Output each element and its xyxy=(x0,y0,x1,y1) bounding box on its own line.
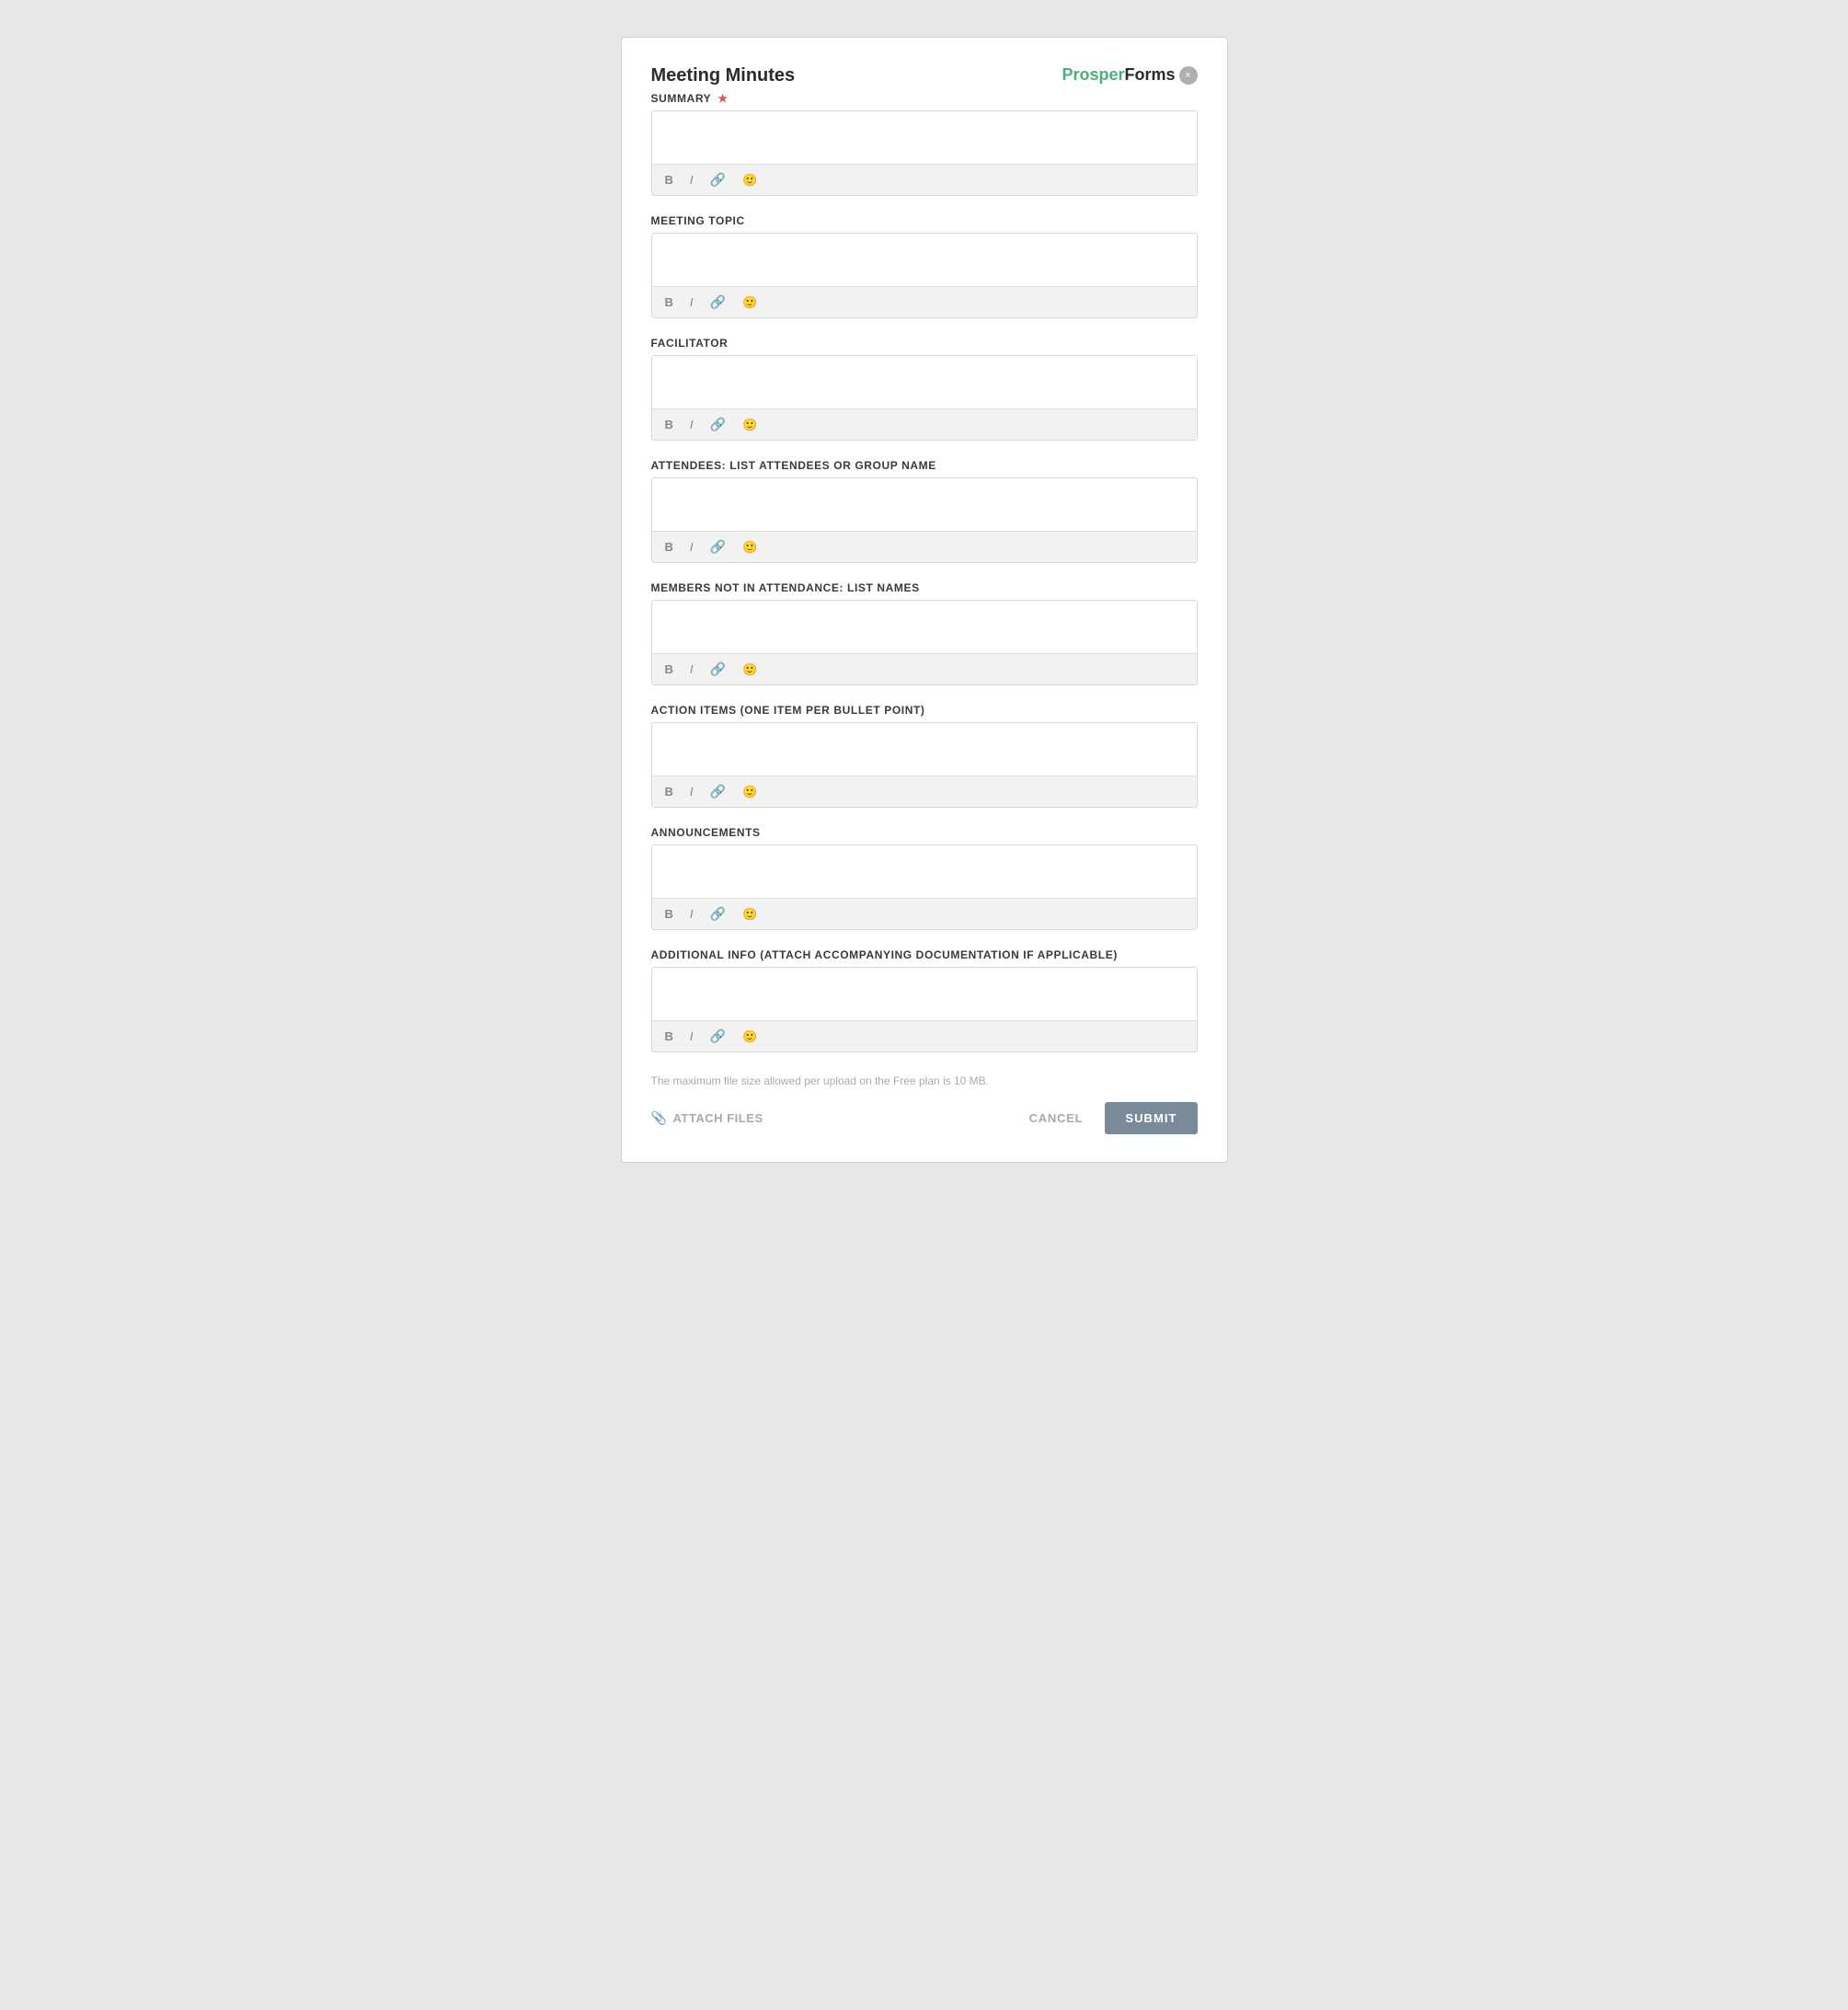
label-facilitator: FACILITATOR xyxy=(651,337,1198,350)
rich-text-field-meeting_topic: BI 🔗 🙂 xyxy=(651,233,1198,318)
brand-logo: ProsperForms xyxy=(1062,65,1175,85)
toolbar-announcements: BI 🔗 🙂 xyxy=(652,898,1197,929)
emoji-button-facilitator[interactable]: 🙂 xyxy=(739,416,761,434)
textarea-action_items[interactable] xyxy=(652,723,1197,771)
footer-actions: 📎 ATTACH FILES CANCEL SUBMIT xyxy=(651,1102,1198,1134)
textarea-summary[interactable] xyxy=(652,111,1197,159)
form-container: Meeting Minutes ProsperForms × SUMMARY ★… xyxy=(621,37,1228,1163)
toolbar-additional_info: BI 🔗 🙂 xyxy=(652,1020,1197,1051)
textarea-meeting_topic[interactable] xyxy=(652,234,1197,281)
italic-button-summary[interactable]: I xyxy=(686,171,697,189)
link-button-additional_info[interactable]: 🔗 xyxy=(706,1027,729,1046)
field-summary: SUMMARY ★ BI 🔗 🙂 xyxy=(651,92,1198,196)
submit-button[interactable]: SUBMIT xyxy=(1105,1102,1197,1134)
italic-button-additional_info[interactable]: I xyxy=(686,1028,697,1045)
link-button-facilitator[interactable]: 🔗 xyxy=(706,415,729,434)
rich-text-field-summary: BI 🔗 🙂 xyxy=(651,110,1198,196)
link-button-meeting_topic[interactable]: 🔗 xyxy=(706,293,729,312)
field-facilitator: FACILITATOR BI 🔗 🙂 xyxy=(651,337,1198,441)
field-attendees: ATTENDEES: LIST ATTENDEES OR GROUP NAME B… xyxy=(651,459,1198,563)
textarea-announcements[interactable] xyxy=(652,845,1197,893)
rich-text-field-members_not_attendance: BI 🔗 🙂 xyxy=(651,600,1198,685)
toolbar-members_not_attendance: BI 🔗 🙂 xyxy=(652,653,1197,684)
field-meeting_topic: MEETING TOPIC BI 🔗 🙂 xyxy=(651,214,1198,318)
bold-button-announcements[interactable]: B xyxy=(661,905,677,923)
link-button-announcements[interactable]: 🔗 xyxy=(706,904,729,924)
emoji-button-action_items[interactable]: 🙂 xyxy=(739,783,761,801)
rich-text-field-action_items: BI 🔗 🙂 xyxy=(651,722,1198,808)
brand-area: ProsperForms × xyxy=(1062,65,1197,85)
toolbar-attendees: BI 🔗 🙂 xyxy=(652,531,1197,562)
textarea-members_not_attendance[interactable] xyxy=(652,601,1197,649)
rich-text-field-announcements: BI 🔗 🙂 xyxy=(651,844,1198,930)
field-members_not_attendance: MEMBERS NOT IN ATTENDANCE: LIST NAMES BI 🔗… xyxy=(651,581,1198,685)
link-button-attendees[interactable]: 🔗 xyxy=(706,537,729,557)
italic-button-facilitator[interactable]: I xyxy=(686,416,697,433)
link-button-summary[interactable]: 🔗 xyxy=(706,170,729,190)
field-additional_info: ADDITIONAL INFO (ATTACH ACCOMPANYING DOC… xyxy=(651,948,1198,1052)
brand-forms: Forms xyxy=(1124,65,1175,85)
emoji-button-attendees[interactable]: 🙂 xyxy=(739,538,761,557)
form-header: Meeting Minutes ProsperForms × xyxy=(651,65,1198,86)
rich-text-field-attendees: BI 🔗 🙂 xyxy=(651,477,1198,563)
bold-button-members_not_attendance[interactable]: B xyxy=(661,660,677,678)
required-indicator: ★ xyxy=(714,92,728,105)
toolbar-action_items: BI 🔗 🙂 xyxy=(652,775,1197,807)
toolbar-summary: BI 🔗 🙂 xyxy=(652,164,1197,195)
label-meeting_topic: MEETING TOPIC xyxy=(651,214,1198,227)
field-announcements: ANNOUNCEMENTS BI 🔗 🙂 xyxy=(651,826,1198,930)
attach-files-button[interactable]: 📎 ATTACH FILES xyxy=(651,1110,763,1126)
emoji-button-additional_info[interactable]: 🙂 xyxy=(739,1028,761,1046)
bold-button-facilitator[interactable]: B xyxy=(661,416,677,433)
link-button-action_items[interactable]: 🔗 xyxy=(706,782,729,801)
label-attendees: ATTENDEES: LIST ATTENDEES OR GROUP NAME xyxy=(651,459,1198,472)
bold-button-action_items[interactable]: B xyxy=(661,783,677,800)
brand-prosper: Prosper xyxy=(1062,65,1124,85)
toolbar-facilitator: BI 🔗 🙂 xyxy=(652,408,1197,440)
form-title: Meeting Minutes xyxy=(651,65,796,86)
italic-button-meeting_topic[interactable]: I xyxy=(686,293,697,311)
right-actions: CANCEL SUBMIT xyxy=(1018,1102,1198,1134)
bold-button-meeting_topic[interactable]: B xyxy=(661,293,677,311)
footer-area: The maximum file size allowed per upload… xyxy=(651,1074,1198,1134)
bold-button-attendees[interactable]: B xyxy=(661,538,677,556)
rich-text-field-facilitator: BI 🔗 🙂 xyxy=(651,355,1198,441)
emoji-button-summary[interactable]: 🙂 xyxy=(739,171,761,190)
field-action_items: ACTION ITEMS (ONE ITEM PER BULLET POINT)… xyxy=(651,704,1198,808)
rich-text-field-additional_info: BI 🔗 🙂 xyxy=(651,967,1198,1052)
textarea-attendees[interactable] xyxy=(652,478,1197,526)
label-summary: SUMMARY ★ xyxy=(651,92,1198,105)
italic-button-action_items[interactable]: I xyxy=(686,783,697,800)
italic-button-members_not_attendance[interactable]: I xyxy=(686,660,697,678)
italic-button-announcements[interactable]: I xyxy=(686,905,697,923)
paperclip-icon: 📎 xyxy=(651,1110,668,1126)
label-members_not_attendance: MEMBERS NOT IN ATTENDANCE: LIST NAMES xyxy=(651,581,1198,594)
textarea-additional_info[interactable] xyxy=(652,968,1197,1016)
label-action_items: ACTION ITEMS (ONE ITEM PER BULLET POINT) xyxy=(651,704,1198,717)
emoji-button-announcements[interactable]: 🙂 xyxy=(739,905,761,924)
toolbar-meeting_topic: BI 🔗 🙂 xyxy=(652,286,1197,317)
label-announcements: ANNOUNCEMENTS xyxy=(651,826,1198,839)
fields-container: SUMMARY ★BI🔗🙂MEETING TOPICBI🔗🙂FACILITATO… xyxy=(651,92,1198,1052)
file-size-note: The maximum file size allowed per upload… xyxy=(651,1074,1198,1087)
emoji-button-meeting_topic[interactable]: 🙂 xyxy=(739,293,761,312)
label-additional_info: ADDITIONAL INFO (ATTACH ACCOMPANYING DOC… xyxy=(651,948,1198,961)
link-button-members_not_attendance[interactable]: 🔗 xyxy=(706,660,729,679)
cancel-button[interactable]: CANCEL xyxy=(1018,1104,1095,1132)
textarea-facilitator[interactable] xyxy=(652,356,1197,404)
close-button[interactable]: × xyxy=(1179,66,1198,85)
bold-button-additional_info[interactable]: B xyxy=(661,1028,677,1045)
emoji-button-members_not_attendance[interactable]: 🙂 xyxy=(739,660,761,679)
bold-button-summary[interactable]: B xyxy=(661,171,677,189)
italic-button-attendees[interactable]: I xyxy=(686,538,697,556)
